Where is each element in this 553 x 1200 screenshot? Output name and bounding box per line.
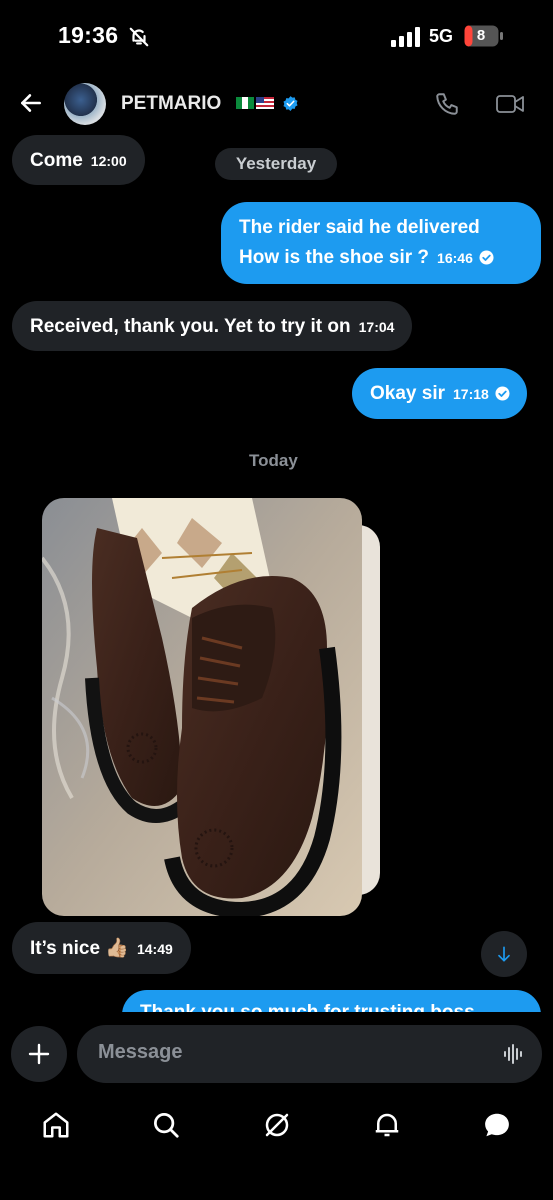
- message-text-line: How is the shoe sir ?: [239, 247, 430, 268]
- nigeria-flag-icon: [236, 97, 254, 109]
- status-time: 19:36: [58, 22, 119, 48]
- messages-icon[interactable]: [482, 1110, 512, 1140]
- arrow-down-icon: [498, 946, 510, 962]
- read-check-icon: [479, 250, 494, 266]
- avatar[interactable]: [64, 83, 106, 125]
- message-text-line: The rider said he delivered: [239, 217, 480, 238]
- date-divider-yesterday: Yesterday: [215, 148, 337, 180]
- flags: [236, 95, 274, 111]
- bell-off-icon: [129, 27, 149, 47]
- message-text: Received, thank you. Yet to try it on: [30, 316, 351, 337]
- message-time: 14:49: [136, 941, 173, 957]
- message-time: 16:46: [437, 250, 473, 266]
- phone-icon[interactable]: [434, 91, 460, 117]
- message-text: Okay sir: [370, 383, 445, 404]
- back-arrow-icon[interactable]: [18, 90, 44, 116]
- scroll-to-bottom-button[interactable]: [481, 931, 527, 977]
- read-check-icon: [495, 386, 510, 402]
- message-incoming[interactable]: It’s nice 👍🏼 14:49: [12, 922, 191, 974]
- signal-icon: [391, 27, 420, 47]
- message-time: 17:18: [453, 386, 489, 402]
- shoe-photo[interactable]: [42, 498, 362, 916]
- voice-wave-icon[interactable]: [502, 1042, 526, 1066]
- message-outgoing[interactable]: Thank you so much for trusting boss: [122, 990, 541, 1012]
- notifications-icon[interactable]: [372, 1110, 402, 1140]
- battery-level: 8: [476, 27, 486, 44]
- video-camera-icon[interactable]: [495, 91, 525, 117]
- message-outgoing[interactable]: Okay sir 17:18: [352, 368, 527, 419]
- verified-badge-icon: [283, 96, 298, 111]
- add-attachment-button[interactable]: [11, 1026, 67, 1082]
- message-outgoing-clip: Thank you so much for trusting boss: [0, 990, 553, 1012]
- home-icon[interactable]: [41, 1110, 71, 1140]
- plus-icon: [28, 1043, 50, 1065]
- message-text: It’s nice 👍🏼: [30, 938, 129, 959]
- search-icon[interactable]: [151, 1110, 181, 1140]
- message-time: 17:04: [358, 319, 395, 335]
- message-outgoing[interactable]: The rider said he delivered How is the s…: [221, 202, 541, 284]
- usa-flag-icon: [256, 97, 274, 109]
- network-type: 5G: [429, 26, 454, 46]
- contact-name[interactable]: PETMARIO: [121, 93, 221, 115]
- message-text: Come: [30, 150, 83, 171]
- message-time: 12:00: [90, 153, 127, 169]
- message-text: Thank you so much for trusting boss: [140, 1002, 475, 1012]
- grok-icon[interactable]: [262, 1110, 292, 1140]
- message-incoming[interactable]: Come 12:00: [12, 135, 145, 185]
- message-incoming[interactable]: Received, thank you. Yet to try it on 17:…: [12, 301, 413, 351]
- message-input-placeholder: Message: [98, 1041, 183, 1063]
- date-divider-today: Today: [249, 451, 298, 470]
